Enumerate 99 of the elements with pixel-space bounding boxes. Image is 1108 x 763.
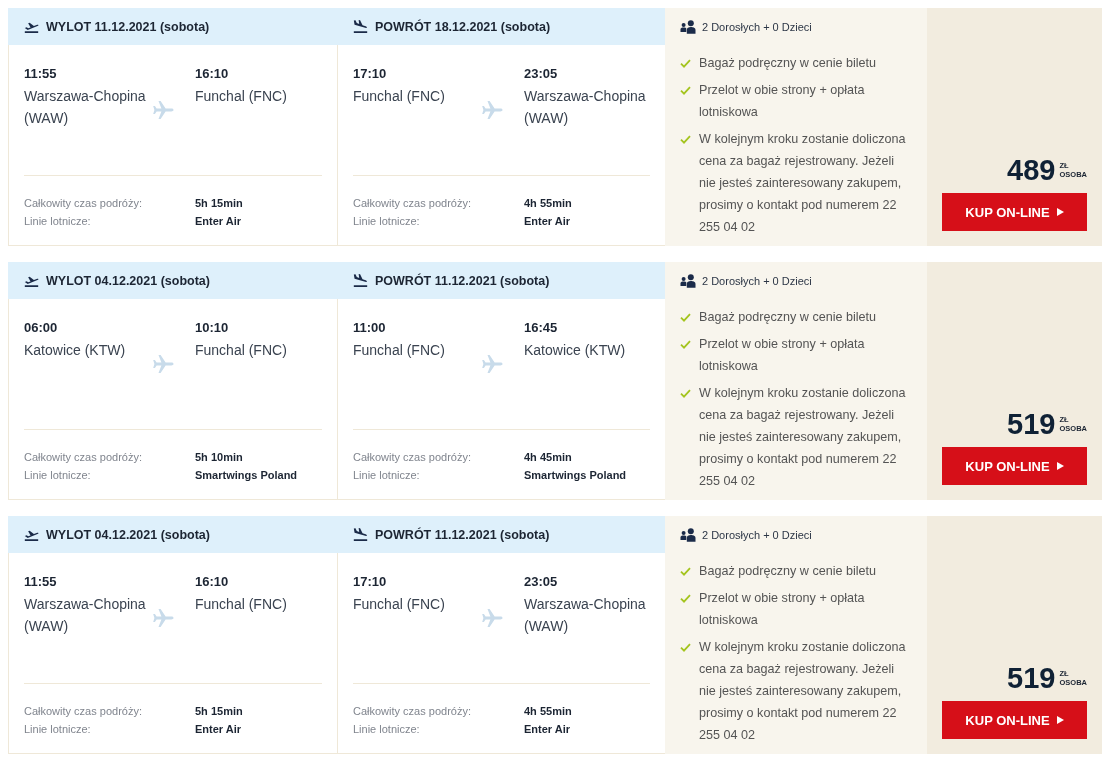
arrival-airport: Warszawa-Chopina (WAW) — [524, 87, 647, 128]
detail-label: Linie lotnicze: — [24, 722, 92, 737]
detail-label: Linie lotnicze: — [353, 468, 421, 483]
check-icon — [680, 313, 691, 322]
detail-value: Smartwings Poland — [524, 468, 628, 483]
check-icon — [680, 135, 691, 144]
detail-label: Całkowity czas podróży: — [353, 196, 472, 211]
play-icon — [1056, 208, 1064, 216]
price-amount: 489 — [1007, 155, 1056, 185]
airplane-icon — [152, 354, 174, 374]
arrival-time: 23:05 — [524, 573, 559, 591]
departure-time: 17:10 — [353, 573, 388, 591]
leg-title: WYLOT 04.12.2021 (sobota) — [46, 273, 210, 288]
arrival-time: 16:45 — [524, 319, 559, 337]
detail-value: 5h 15min — [195, 196, 244, 211]
landing-icon — [353, 528, 368, 541]
leg-title: POWRÓT 11.12.2021 (sobota) — [375, 273, 550, 288]
detail-value: 5h 10min — [195, 450, 244, 465]
departure-time: 06:00 — [24, 319, 59, 337]
detail-value: Enter Air — [195, 722, 243, 737]
check-icon — [680, 567, 691, 576]
detail-label: Całkowity czas podróży: — [24, 196, 143, 211]
takeoff-icon — [24, 274, 39, 287]
passengers-text: 2 Dorosłych + 0 Dzieci — [702, 21, 812, 33]
feature-text: Przelot w obie strony + opłata lotniskowa — [699, 82, 866, 121]
detail-label: Linie lotnicze: — [353, 214, 421, 229]
detail-value: 4h 45min — [524, 450, 573, 465]
departure-time: 11:00 — [353, 319, 387, 337]
feature-text: Przelot w obie strony + opłata lotniskowa — [699, 336, 866, 375]
check-icon — [680, 389, 691, 398]
feature-text: W kolejnym kroku zostanie doliczona cena za bagaż rejestrowany. Jeżeli nie jesteś zainteresowany zakupem, prosimy o kontakt pod numerem 22 255 04 02 — [699, 385, 907, 490]
feature-text: W kolejnym kroku zostanie doliczona cena za bagaż rejestrowany. Jeżeli nie jesteś zainteresowany zakupem, prosimy o kontakt pod numerem 22 255 04 02 — [699, 639, 907, 744]
detail-value: Enter Air — [524, 722, 572, 737]
departure-airport: Funchal (FNC) — [353, 341, 446, 360]
people-icon — [680, 274, 696, 288]
play-icon — [1056, 716, 1064, 724]
feature-text: Bagaż podręczny w cenie biletu — [699, 55, 878, 72]
leg-title: POWRÓT 18.12.2021 (sobota) — [375, 19, 551, 34]
passengers-text: 2 Dorosłych + 0 Dzieci — [702, 275, 812, 287]
departure-time: 17:10 — [353, 65, 388, 83]
people-icon — [680, 20, 696, 34]
detail-value: Enter Air — [195, 214, 243, 229]
arrival-airport: Funchal (FNC) — [195, 595, 288, 614]
check-icon — [680, 643, 691, 652]
detail-value: 4h 55min — [524, 704, 573, 719]
detail-label: Całkowity czas podróży: — [353, 450, 472, 465]
detail-label: Całkowity czas podróży: — [24, 450, 143, 465]
check-icon — [680, 340, 691, 349]
people-icon — [680, 528, 696, 542]
price-amount: 519 — [1007, 409, 1056, 439]
departure-airport: Funchal (FNC) — [353, 595, 446, 614]
arrival-airport: Katowice (KTW) — [524, 341, 627, 360]
play-icon — [1056, 462, 1064, 470]
airplane-icon — [152, 100, 174, 120]
leg-title: POWRÓT 11.12.2021 (sobota) — [375, 527, 550, 542]
detail-label: Linie lotnicze: — [24, 214, 92, 229]
arrival-time: 16:10 — [195, 573, 230, 591]
leg-title: WYLOT 11.12.2021 (sobota) — [46, 19, 210, 34]
buy-online-button[interactable]: KUP ON-LINE — [942, 701, 1087, 739]
detail-value: 4h 55min — [524, 196, 573, 211]
arrival-airport: Warszawa-Chopina (WAW) — [524, 595, 647, 636]
buy-online-button[interactable]: KUP ON-LINE — [942, 447, 1087, 485]
buy-online-button[interactable]: KUP ON-LINE — [942, 193, 1087, 231]
passengers-text: 2 Dorosłych + 0 Dzieci — [702, 529, 812, 541]
landing-icon — [353, 274, 368, 287]
arrival-time: 16:10 — [195, 65, 230, 83]
check-icon — [680, 594, 691, 603]
departure-time: 11:55 — [24, 65, 58, 83]
departure-airport: Katowice (KTW) — [24, 341, 127, 360]
detail-value: Smartwings Poland — [195, 468, 299, 483]
detail-label: Linie lotnicze: — [24, 468, 92, 483]
detail-value: 5h 15min — [195, 704, 244, 719]
check-icon — [680, 59, 691, 68]
departure-airport: Warszawa-Chopina (WAW) — [24, 595, 147, 636]
feature-text: W kolejnym kroku zostanie doliczona cena za bagaż rejestrowany. Jeżeli nie jesteś zainteresowany zakupem, prosimy o kontakt pod numerem 22 255 04 02 — [699, 131, 907, 236]
detail-value: Enter Air — [524, 214, 572, 229]
landing-icon — [353, 20, 368, 33]
arrival-airport: Funchal (FNC) — [195, 87, 288, 106]
leg-title: WYLOT 04.12.2021 (sobota) — [46, 527, 210, 542]
feature-text: Bagaż podręczny w cenie biletu — [699, 563, 878, 580]
detail-label: Całkowity czas podróży: — [24, 704, 143, 719]
takeoff-icon — [24, 20, 39, 33]
detail-label: Linie lotnicze: — [353, 722, 421, 737]
departure-time: 11:55 — [24, 573, 58, 591]
check-icon — [680, 86, 691, 95]
airplane-icon — [481, 608, 503, 628]
airplane-icon — [481, 354, 503, 374]
arrival-time: 10:10 — [195, 319, 230, 337]
price-amount: 519 — [1007, 663, 1056, 693]
departure-airport: Warszawa-Chopina (WAW) — [24, 87, 147, 128]
detail-label: Całkowity czas podróży: — [353, 704, 472, 719]
departure-airport: Funchal (FNC) — [353, 87, 446, 106]
feature-text: Bagaż podręczny w cenie biletu — [699, 309, 878, 326]
feature-text: Przelot w obie strony + opłata lotniskowa — [699, 590, 866, 629]
arrival-time: 23:05 — [524, 65, 559, 83]
airplane-icon — [481, 100, 503, 120]
arrival-airport: Funchal (FNC) — [195, 341, 288, 360]
takeoff-icon — [24, 528, 39, 541]
airplane-icon — [152, 608, 174, 628]
